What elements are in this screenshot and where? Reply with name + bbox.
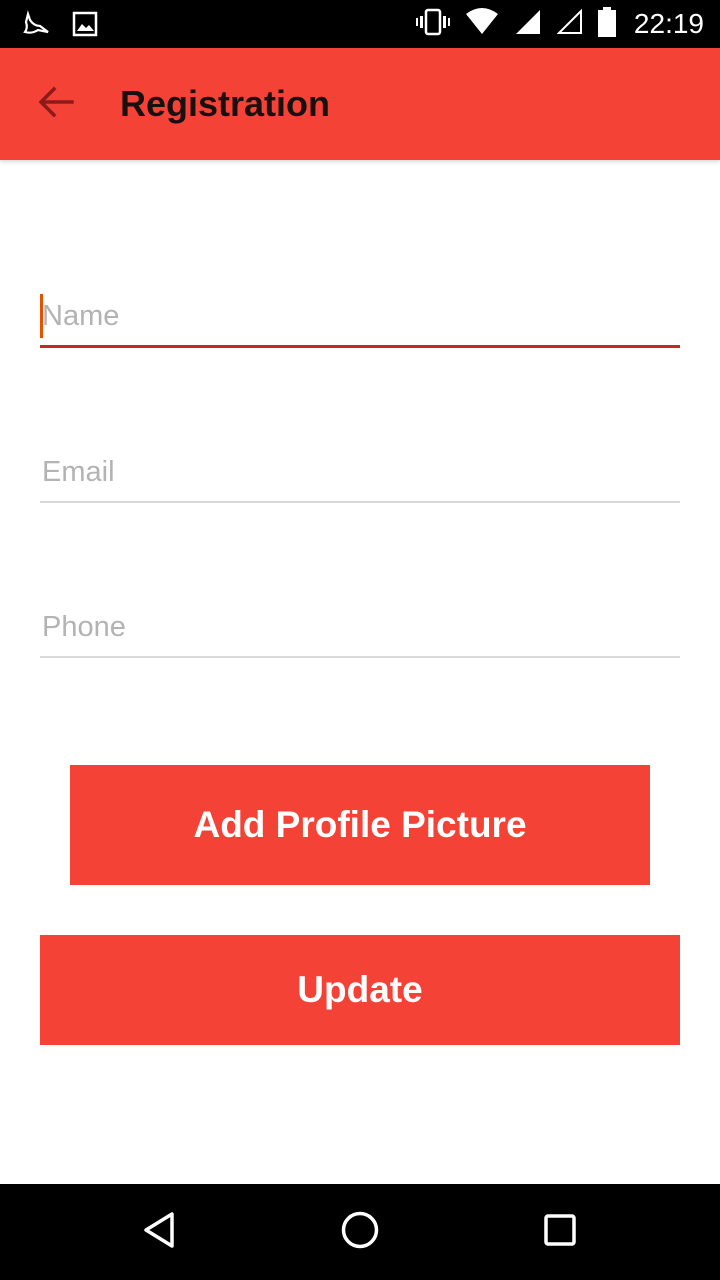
app-bar: Registration <box>0 48 720 160</box>
nav-recents-button[interactable] <box>536 1208 584 1256</box>
text-cursor <box>40 294 43 338</box>
add-profile-picture-button[interactable]: Add Profile Picture <box>70 765 650 885</box>
phone-field[interactable] <box>40 611 680 656</box>
email-field-container <box>40 456 680 503</box>
name-field-container <box>40 294 680 348</box>
wifi-icon <box>464 7 500 41</box>
email-field[interactable] <box>40 456 680 501</box>
signal-icon <box>514 8 542 41</box>
battery-icon <box>597 6 616 42</box>
status-bar: 22:19 <box>0 0 720 48</box>
phone-field-underline <box>40 656 680 658</box>
home-circle-icon <box>340 1210 380 1255</box>
vibrate-icon <box>415 8 450 41</box>
email-field-underline <box>40 501 680 503</box>
back-triangle-icon <box>140 1210 180 1255</box>
name-field[interactable] <box>40 300 680 345</box>
nav-home-button[interactable] <box>336 1208 384 1256</box>
bird-icon <box>22 10 50 43</box>
name-field-underline <box>40 345 680 348</box>
page-title: Registration <box>120 83 331 124</box>
nav-back-button[interactable] <box>136 1208 184 1256</box>
signal-empty-icon <box>556 8 584 41</box>
arrow-back-icon <box>38 86 74 123</box>
phone-field-container <box>40 611 680 658</box>
status-time: 22:19 <box>633 8 704 39</box>
system-nav-bar <box>0 1184 720 1280</box>
status-right-icons: 22:19 <box>402 0 704 48</box>
back-button[interactable] <box>28 76 84 132</box>
status-left-icons <box>22 10 120 43</box>
update-button[interactable]: Update <box>40 935 680 1045</box>
image-icon <box>72 11 98 42</box>
recents-square-icon <box>540 1210 580 1255</box>
